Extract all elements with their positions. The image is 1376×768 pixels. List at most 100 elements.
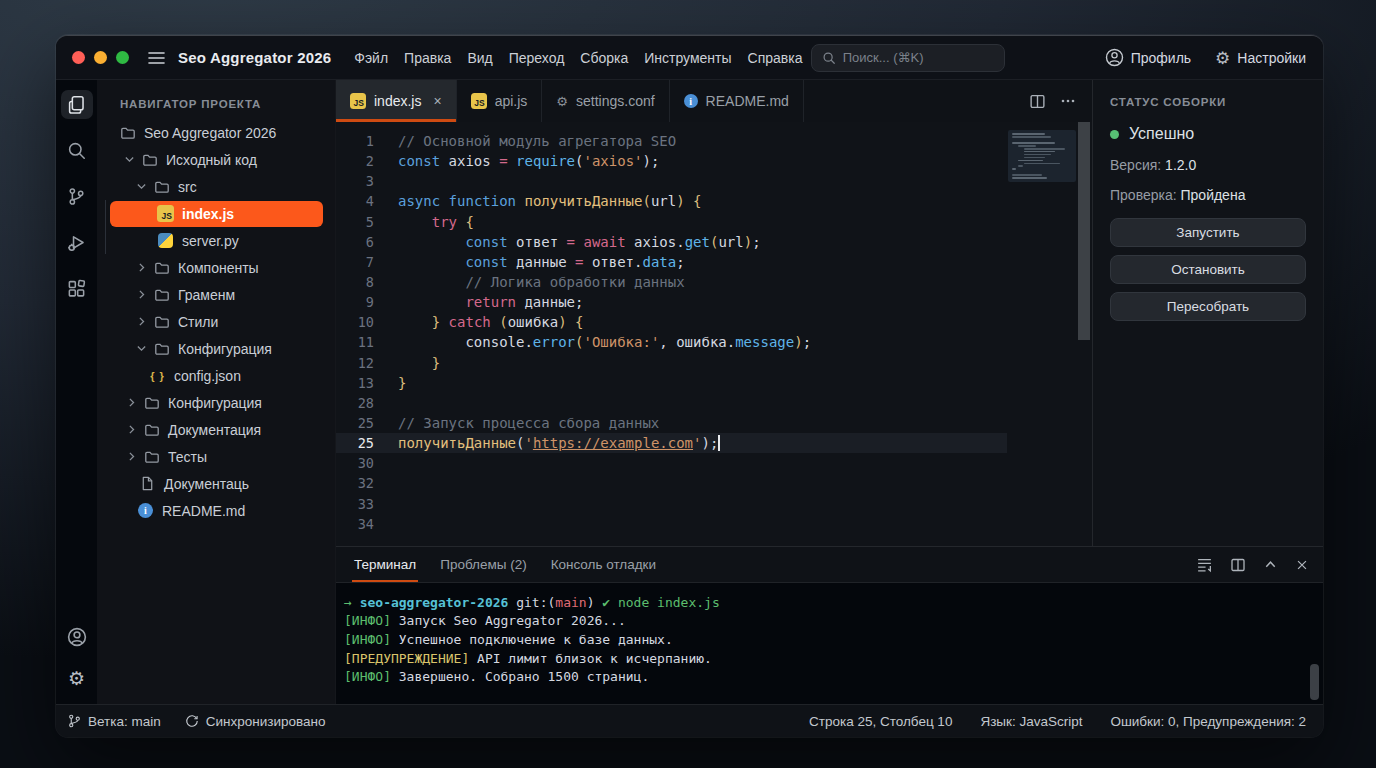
code-line: 11 console.error('Ошибка:', ошибка.messa… [336, 332, 1092, 352]
menu-item-6[interactable]: Инструменты [636, 45, 739, 71]
chevron-down-icon [121, 152, 137, 168]
tree-item[interactable]: { }config.json [97, 362, 335, 389]
minimize-window-button[interactable] [94, 51, 107, 64]
terminal-line: [ИНФО] Запуск Seo Aggregator 2026... [344, 612, 1323, 631]
code-line: 33 [336, 494, 1092, 514]
folder-icon [143, 394, 160, 411]
code-text: async function получитьДанные(url) { [382, 193, 702, 209]
editor-tab-api-js[interactable]: JSapi.js [457, 80, 543, 122]
tree-item[interactable]: Исходный код [97, 146, 335, 173]
tree-item[interactable]: Документаць [97, 470, 335, 497]
tree-item[interactable]: Конфигурация [97, 389, 335, 416]
activity-item-account[interactable] [61, 622, 93, 651]
file-tree: Seo Aggregator 2026Исходный кодsrcJSinde… [97, 119, 335, 524]
terminal-panel: ТерминалПроблемы (2)Консоль отладки → se… [336, 546, 1323, 704]
menu-item-1[interactable]: Фэйл [346, 45, 396, 71]
search-icon [822, 51, 836, 65]
activity-item-search[interactable] [61, 136, 93, 165]
terminal-scrollbar[interactable] [1310, 664, 1319, 700]
tree-item[interactable]: Seo Aggregator 2026 [97, 119, 335, 146]
tree-item-label: Документация [168, 422, 261, 438]
close-window-button[interactable] [72, 51, 85, 64]
tree-item[interactable]: src [97, 173, 335, 200]
collapse-panel-icon[interactable] [1263, 557, 1278, 572]
app-title: Seo Aggregator 2026 [178, 49, 331, 66]
minimap[interactable] [1008, 130, 1076, 182]
build-status-panel: СТАТУС СОБОРКИ Успешно Версия: 1.2.0 Про… [1092, 80, 1323, 546]
editor-tab-index-js[interactable]: JSindex.js× [336, 80, 457, 122]
settings-button[interactable]: ⚙ Настройки [1215, 48, 1306, 68]
close-panel-icon[interactable] [1295, 558, 1309, 572]
tree-item[interactable]: server.py [97, 227, 335, 254]
code-text: получитьДанные('https://example.com'); [382, 435, 720, 451]
line-number: 28 [336, 395, 382, 411]
folder-icon [119, 124, 136, 141]
line-number: 1 [336, 133, 382, 149]
terminal-tab-2[interactable]: Проблемы (2) [428, 547, 538, 582]
tree-item[interactable]: Граменм [97, 281, 335, 308]
activity-item-extensions[interactable] [61, 274, 93, 303]
tree-item[interactable]: Стили [97, 308, 335, 335]
menu-item-2[interactable]: Правка [396, 45, 459, 71]
code-line: 28 [336, 393, 1092, 413]
code-line: 8 // Логика обработки данных [336, 272, 1092, 292]
editor-scrollbar[interactable] [1078, 122, 1090, 340]
activity-item-run-debug[interactable] [61, 228, 93, 257]
hamburger-menu-icon[interactable] [148, 51, 165, 65]
activity-item-settings[interactable]: ⚙ [61, 663, 93, 692]
tree-guide-line [105, 227, 106, 254]
menu-item-4[interactable]: Переход [501, 45, 573, 71]
editor-tab-README-md[interactable]: iREADME.md [670, 80, 804, 122]
readme-info-icon: i [684, 94, 698, 108]
branch-status[interactable]: Ветка: main [68, 714, 161, 729]
cursor-position[interactable]: Строка 25, Столбец 10 [809, 714, 952, 729]
tree-item[interactable]: Документация [97, 416, 335, 443]
terminal-output[interactable]: → seo-aggregator-2026 git:(main) ✔ node … [336, 583, 1323, 704]
line-number: 25 [336, 415, 382, 431]
tab-label: settings.conf [576, 93, 655, 109]
menu-item-7[interactable]: Справка [740, 45, 811, 71]
folder-icon [153, 313, 170, 330]
maximize-window-button[interactable] [116, 51, 129, 64]
stop-button[interactable]: Остановить [1110, 255, 1306, 284]
language-mode[interactable]: Язык: JavaScript [980, 714, 1082, 729]
activity-item-source-control[interactable] [61, 182, 93, 211]
line-number: 5 [336, 214, 382, 230]
problems-status[interactable]: Ошибки: 0, Предупреждения: 2 [1110, 714, 1306, 729]
code-line: 32 [336, 473, 1092, 493]
code-text: // Логика обработки данных [382, 274, 685, 290]
sync-status[interactable]: Синхронизировано [185, 714, 326, 729]
split-terminal-icon[interactable] [1230, 557, 1246, 573]
activity-item-files[interactable] [61, 90, 93, 119]
editor-tab-settings-conf[interactable]: ⚙settings.conf [542, 80, 669, 122]
line-number: 2 [336, 153, 382, 169]
code-text: } [382, 375, 406, 391]
more-actions-icon[interactable] [1060, 93, 1076, 109]
user-icon [1105, 48, 1124, 67]
line-number: 12 [336, 355, 382, 371]
tree-item[interactable]: JSindex.js [97, 200, 335, 227]
profile-button[interactable]: Профиль [1105, 48, 1191, 67]
terminal-tab-3[interactable]: Консоль отладки [539, 547, 668, 582]
output-list-icon[interactable] [1196, 556, 1213, 573]
folder-icon [153, 340, 170, 357]
line-number: 25 [336, 435, 382, 451]
menubar: ФэйлПравкаВидПереходСборкаИнструментыСпр… [346, 45, 810, 71]
rebuild-button[interactable]: Пересобрать [1110, 292, 1306, 321]
split-editor-icon[interactable] [1029, 93, 1046, 110]
menu-item-5[interactable]: Сборка [572, 45, 636, 71]
tree-item[interactable]: Конфигурация [97, 335, 335, 362]
tree-item[interactable]: Тесты [97, 443, 335, 470]
activity-bar: ⚙ [56, 80, 97, 704]
tree-item-label: config.json [174, 368, 241, 384]
tab-close-icon[interactable]: × [433, 93, 441, 109]
tree-item-label: README.md [162, 503, 245, 519]
code-editor[interactable]: 1// Основной модуль агрегатора SEO2const… [336, 122, 1092, 546]
run-button[interactable]: Запустить [1110, 218, 1306, 247]
tree-item[interactable]: iREADME.md [97, 497, 335, 524]
tree-item-label: Компоненты [178, 260, 259, 276]
search-input[interactable]: Поиск... (⌘K) [811, 44, 1005, 72]
terminal-tab-1[interactable]: Терминал [342, 547, 428, 582]
tree-item[interactable]: Компоненты [97, 254, 335, 281]
menu-item-3[interactable]: Вид [459, 45, 500, 71]
